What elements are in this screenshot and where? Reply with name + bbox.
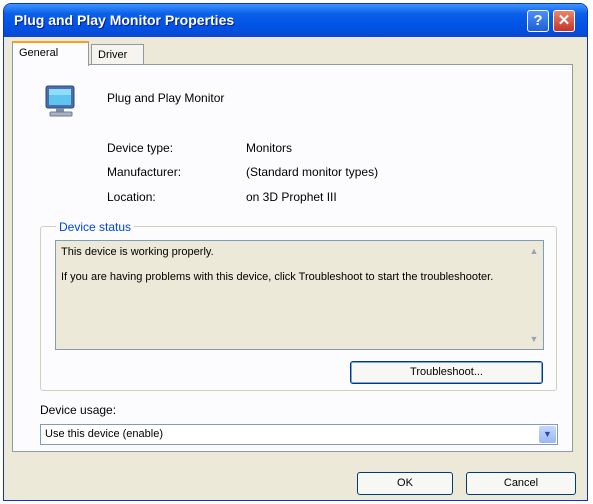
device-type-value: Monitors — [246, 141, 293, 155]
scroll-down-icon[interactable]: ▼ — [527, 332, 541, 346]
close-button[interactable]: ✕ — [553, 10, 575, 32]
device-usage-select[interactable]: Use this device (enable) ▼ — [40, 424, 558, 445]
scroll-up-icon[interactable]: ▲ — [527, 244, 541, 258]
tab-driver[interactable]: Driver — [91, 44, 144, 65]
troubleshoot-button[interactable]: Troubleshoot... — [350, 361, 543, 384]
device-usage-value: Use this device (enable) — [45, 428, 164, 440]
manufacturer-value: (Standard monitor types) — [246, 165, 379, 179]
help-button[interactable]: ? — [527, 10, 549, 32]
tab-general[interactable]: General — [12, 41, 89, 66]
device-type-label: Device type: — [107, 141, 174, 155]
location-label: Location: — [107, 190, 156, 204]
monitor-icon — [45, 85, 75, 117]
manufacturer-label: Manufacturer: — [107, 165, 182, 179]
window-title: Plug and Play Monitor Properties — [14, 12, 235, 28]
title-bar[interactable]: Plug and Play Monitor Properties ? ✕ — [4, 4, 587, 37]
chevron-down-icon[interactable]: ▼ — [539, 426, 556, 443]
device-usage-label: Device usage: — [40, 403, 117, 417]
device-status-legend: Device status — [56, 220, 135, 234]
device-status-textbox[interactable]: This device is working properly. If you … — [55, 240, 544, 350]
location-value: on 3D Prophet III — [246, 190, 337, 204]
ok-button[interactable]: OK — [357, 472, 453, 495]
status-message: This device is working properly. — [61, 246, 214, 258]
cancel-button[interactable]: Cancel — [466, 472, 576, 495]
status-hint: If you are having problems with this dev… — [61, 271, 494, 283]
device-name: Plug and Play Monitor — [107, 91, 225, 105]
